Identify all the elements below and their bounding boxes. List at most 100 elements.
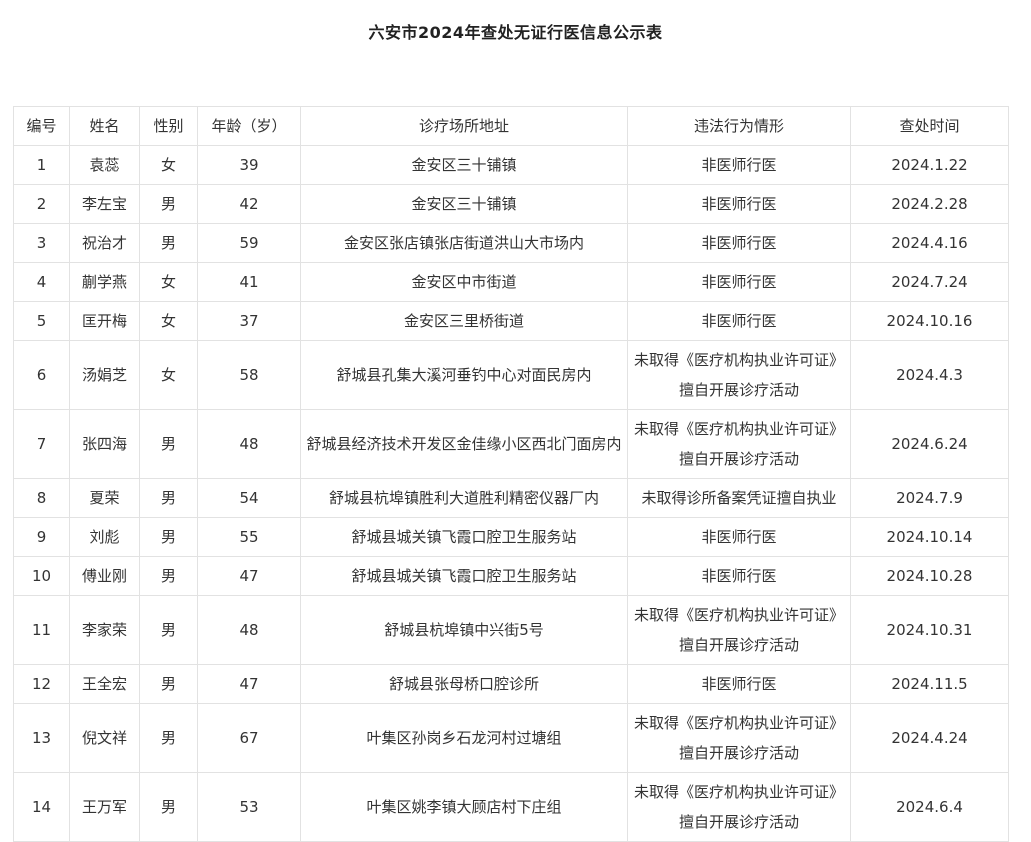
cell-gender: 女: [139, 262, 198, 302]
cell-date: 2024.10.14: [850, 517, 1009, 557]
cell-address: 舒城县杭埠镇胜利大道胜利精密仪器厂内: [300, 478, 628, 518]
cell-age: 37: [197, 301, 301, 341]
cell-violation: 非医师行医: [627, 262, 851, 302]
cell-age: 42: [197, 184, 301, 224]
cell-number: 9: [13, 517, 70, 557]
cell-date: 2024.10.31: [850, 595, 1009, 665]
cell-number: 3: [13, 223, 70, 263]
header-cell: 查处时间: [850, 106, 1009, 146]
page-title: 六安市2024年查处无证行医信息公示表: [368, 23, 663, 42]
cell-violation: 非医师行医: [627, 223, 851, 263]
table-row: 13 倪文祥男 67 叶集区孙岗乡石龙河村过塘组 未取得《医疗机构执业许可证》擅自开展诊…: [13, 703, 1009, 773]
cell-date: 2024.1.22: [850, 145, 1009, 185]
cell-name: 夏荣: [69, 478, 140, 518]
cell-gender: 男: [139, 595, 198, 665]
cell-age: 53: [197, 772, 301, 842]
header-cell: 姓名: [69, 106, 140, 146]
cell-name: 王全宏: [69, 664, 140, 704]
cell-name: 汤娟芝: [69, 340, 140, 410]
cell-gender: 女: [139, 145, 198, 185]
cell-address: 金安区中市街道: [300, 262, 628, 302]
cell-number: 1: [13, 145, 70, 185]
cell-date: 2024.10.28: [850, 556, 1009, 596]
cell-name: 李左宝: [69, 184, 140, 224]
cell-name: 袁蕊: [69, 145, 140, 185]
cell-name: 李家荣: [69, 595, 140, 665]
cell-gender: 男: [139, 703, 198, 773]
cell-violation: 未取得《医疗机构执业许可证》擅自开展诊疗活动: [627, 409, 851, 479]
cell-address: 舒城县城关镇飞霞口腔卫生服务站: [300, 517, 628, 557]
table-container: 编号 姓名 性别 年龄（岁） 诊疗场所地址 违法行为情形 查处时间 1 袁蕊女 39…: [13, 106, 1009, 842]
cell-violation: 非医师行医: [627, 184, 851, 224]
table-body: 1 袁蕊女 39 金安区三十铺镇 非医师行医 2024.1.22 2 李左宝男 42 金安区三十铺…: [13, 145, 1009, 842]
cell-address: 金安区三十铺镇: [300, 145, 628, 185]
cell-name: 倪文祥: [69, 703, 140, 773]
header-cell: 诊疗场所地址: [300, 106, 628, 146]
cell-date: 2024.6.24: [850, 409, 1009, 479]
cell-address: 舒城县张母桥口腔诊所: [300, 664, 628, 704]
cell-age: 47: [197, 556, 301, 596]
cell-number: 4: [13, 262, 70, 302]
cell-violation: 非医师行医: [627, 664, 851, 704]
cell-address: 金安区三十铺镇: [300, 184, 628, 224]
cell-violation: 未取得《医疗机构执业许可证》擅自开展诊疗活动: [627, 340, 851, 410]
cell-gender: 女: [139, 340, 198, 410]
cell-number: 10: [13, 556, 70, 596]
cell-violation: 未取得《医疗机构执业许可证》擅自开展诊疗活动: [627, 772, 851, 842]
cell-number: 13: [13, 703, 70, 773]
cell-date: 2024.10.16: [850, 301, 1009, 341]
table-row: 10 傅业刚男 47 舒城县城关镇飞霞口腔卫生服务站 非医师行医 2024.10.28: [13, 556, 1009, 596]
cell-address: 叶集区姚李镇大顾店村下庄组: [300, 772, 628, 842]
header-cell: 编号: [13, 106, 70, 146]
cell-address: 舒城县城关镇飞霞口腔卫生服务站: [300, 556, 628, 596]
cell-address: 舒城县孔集大溪河垂钓中心对面民房内: [300, 340, 628, 410]
cell-name: 祝治才: [69, 223, 140, 263]
cell-address: 金安区三里桥街道: [300, 301, 628, 341]
cell-number: 5: [13, 301, 70, 341]
cell-violation: 非医师行医: [627, 145, 851, 185]
table-row: 2 李左宝男 42 金安区三十铺镇 非医师行医 2024.2.28: [13, 184, 1009, 224]
cell-age: 48: [197, 409, 301, 479]
cell-age: 39: [197, 145, 301, 185]
table-row: 7 张四海男 48 舒城县经济技术开发区金佳缘小区西北门面房内 未取得《医疗机构执业许可…: [13, 409, 1009, 479]
table-row: 12 王全宏男 47 舒城县张母桥口腔诊所 非医师行医 2024.11.5: [13, 664, 1009, 704]
cell-date: 2024.4.3: [850, 340, 1009, 410]
cell-address: 舒城县经济技术开发区金佳缘小区西北门面房内: [300, 409, 628, 479]
table-row: 1 袁蕊女 39 金安区三十铺镇 非医师行医 2024.1.22: [13, 145, 1009, 185]
table-row: 6 汤娟芝女 58 舒城县孔集大溪河垂钓中心对面民房内 未取得《医疗机构执业许可证》擅自…: [13, 340, 1009, 410]
cell-age: 48: [197, 595, 301, 665]
cell-violation: 未取得《医疗机构执业许可证》擅自开展诊疗活动: [627, 703, 851, 773]
cell-age: 47: [197, 664, 301, 704]
cell-address: 金安区张店镇张店街道洪山大市场内: [300, 223, 628, 263]
cell-date: 2024.4.24: [850, 703, 1009, 773]
cell-date: 2024.11.5: [850, 664, 1009, 704]
cell-number: 2: [13, 184, 70, 224]
cell-gender: 男: [139, 478, 198, 518]
cell-date: 2024.2.28: [850, 184, 1009, 224]
cell-name: 刘彪: [69, 517, 140, 557]
cell-name: 蒯学燕: [69, 262, 140, 302]
cell-date: 2024.6.4: [850, 772, 1009, 842]
table-row: 8 夏荣男 54 舒城县杭埠镇胜利大道胜利精密仪器厂内 未取得诊所备案凭证擅自执业 202…: [13, 478, 1009, 518]
cell-number: 11: [13, 595, 70, 665]
cell-gender: 男: [139, 223, 198, 263]
cell-number: 14: [13, 772, 70, 842]
table-header-row: 编号 姓名 性别 年龄（岁） 诊疗场所地址 违法行为情形 查处时间: [13, 106, 1009, 146]
cell-age: 67: [197, 703, 301, 773]
cell-gender: 男: [139, 409, 198, 479]
info-table: 编号 姓名 性别 年龄（岁） 诊疗场所地址 违法行为情形 查处时间 1 袁蕊女 39…: [13, 106, 1009, 842]
cell-number: 6: [13, 340, 70, 410]
cell-address: 舒城县杭埠镇中兴街5号: [300, 595, 628, 665]
cell-age: 54: [197, 478, 301, 518]
cell-number: 7: [13, 409, 70, 479]
table-row: 9 刘彪男 55 舒城县城关镇飞霞口腔卫生服务站 非医师行医 2024.10.14: [13, 517, 1009, 557]
cell-name: 王万军: [69, 772, 140, 842]
cell-age: 59: [197, 223, 301, 263]
cell-violation: 非医师行医: [627, 517, 851, 557]
cell-violation: 未取得诊所备案凭证擅自执业: [627, 478, 851, 518]
cell-violation: 非医师行医: [627, 556, 851, 596]
cell-number: 12: [13, 664, 70, 704]
cell-date: 2024.7.24: [850, 262, 1009, 302]
cell-number: 8: [13, 478, 70, 518]
cell-date: 2024.4.16: [850, 223, 1009, 263]
